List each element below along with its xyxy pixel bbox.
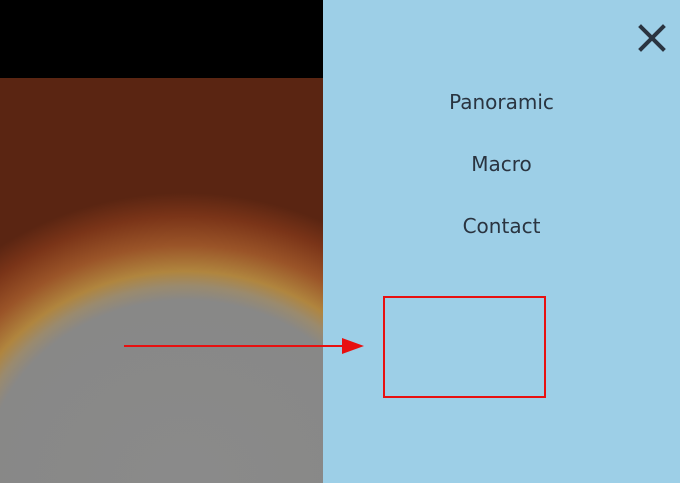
- close-x-icon: [638, 24, 666, 52]
- annotation-highlight-box: [383, 296, 546, 398]
- background-photo: [0, 78, 323, 483]
- close-menu-button[interactable]: [634, 20, 670, 56]
- menu-item-contact[interactable]: Contact: [323, 214, 680, 238]
- menu-item-macro[interactable]: Macro: [323, 152, 680, 176]
- annotation-arrow-icon: [124, 338, 364, 354]
- menu-item-panoramic[interactable]: Panoramic: [323, 90, 680, 114]
- photo-backdrop: [0, 0, 323, 483]
- navigation-overlay-panel: Panoramic Macro Contact: [323, 0, 680, 483]
